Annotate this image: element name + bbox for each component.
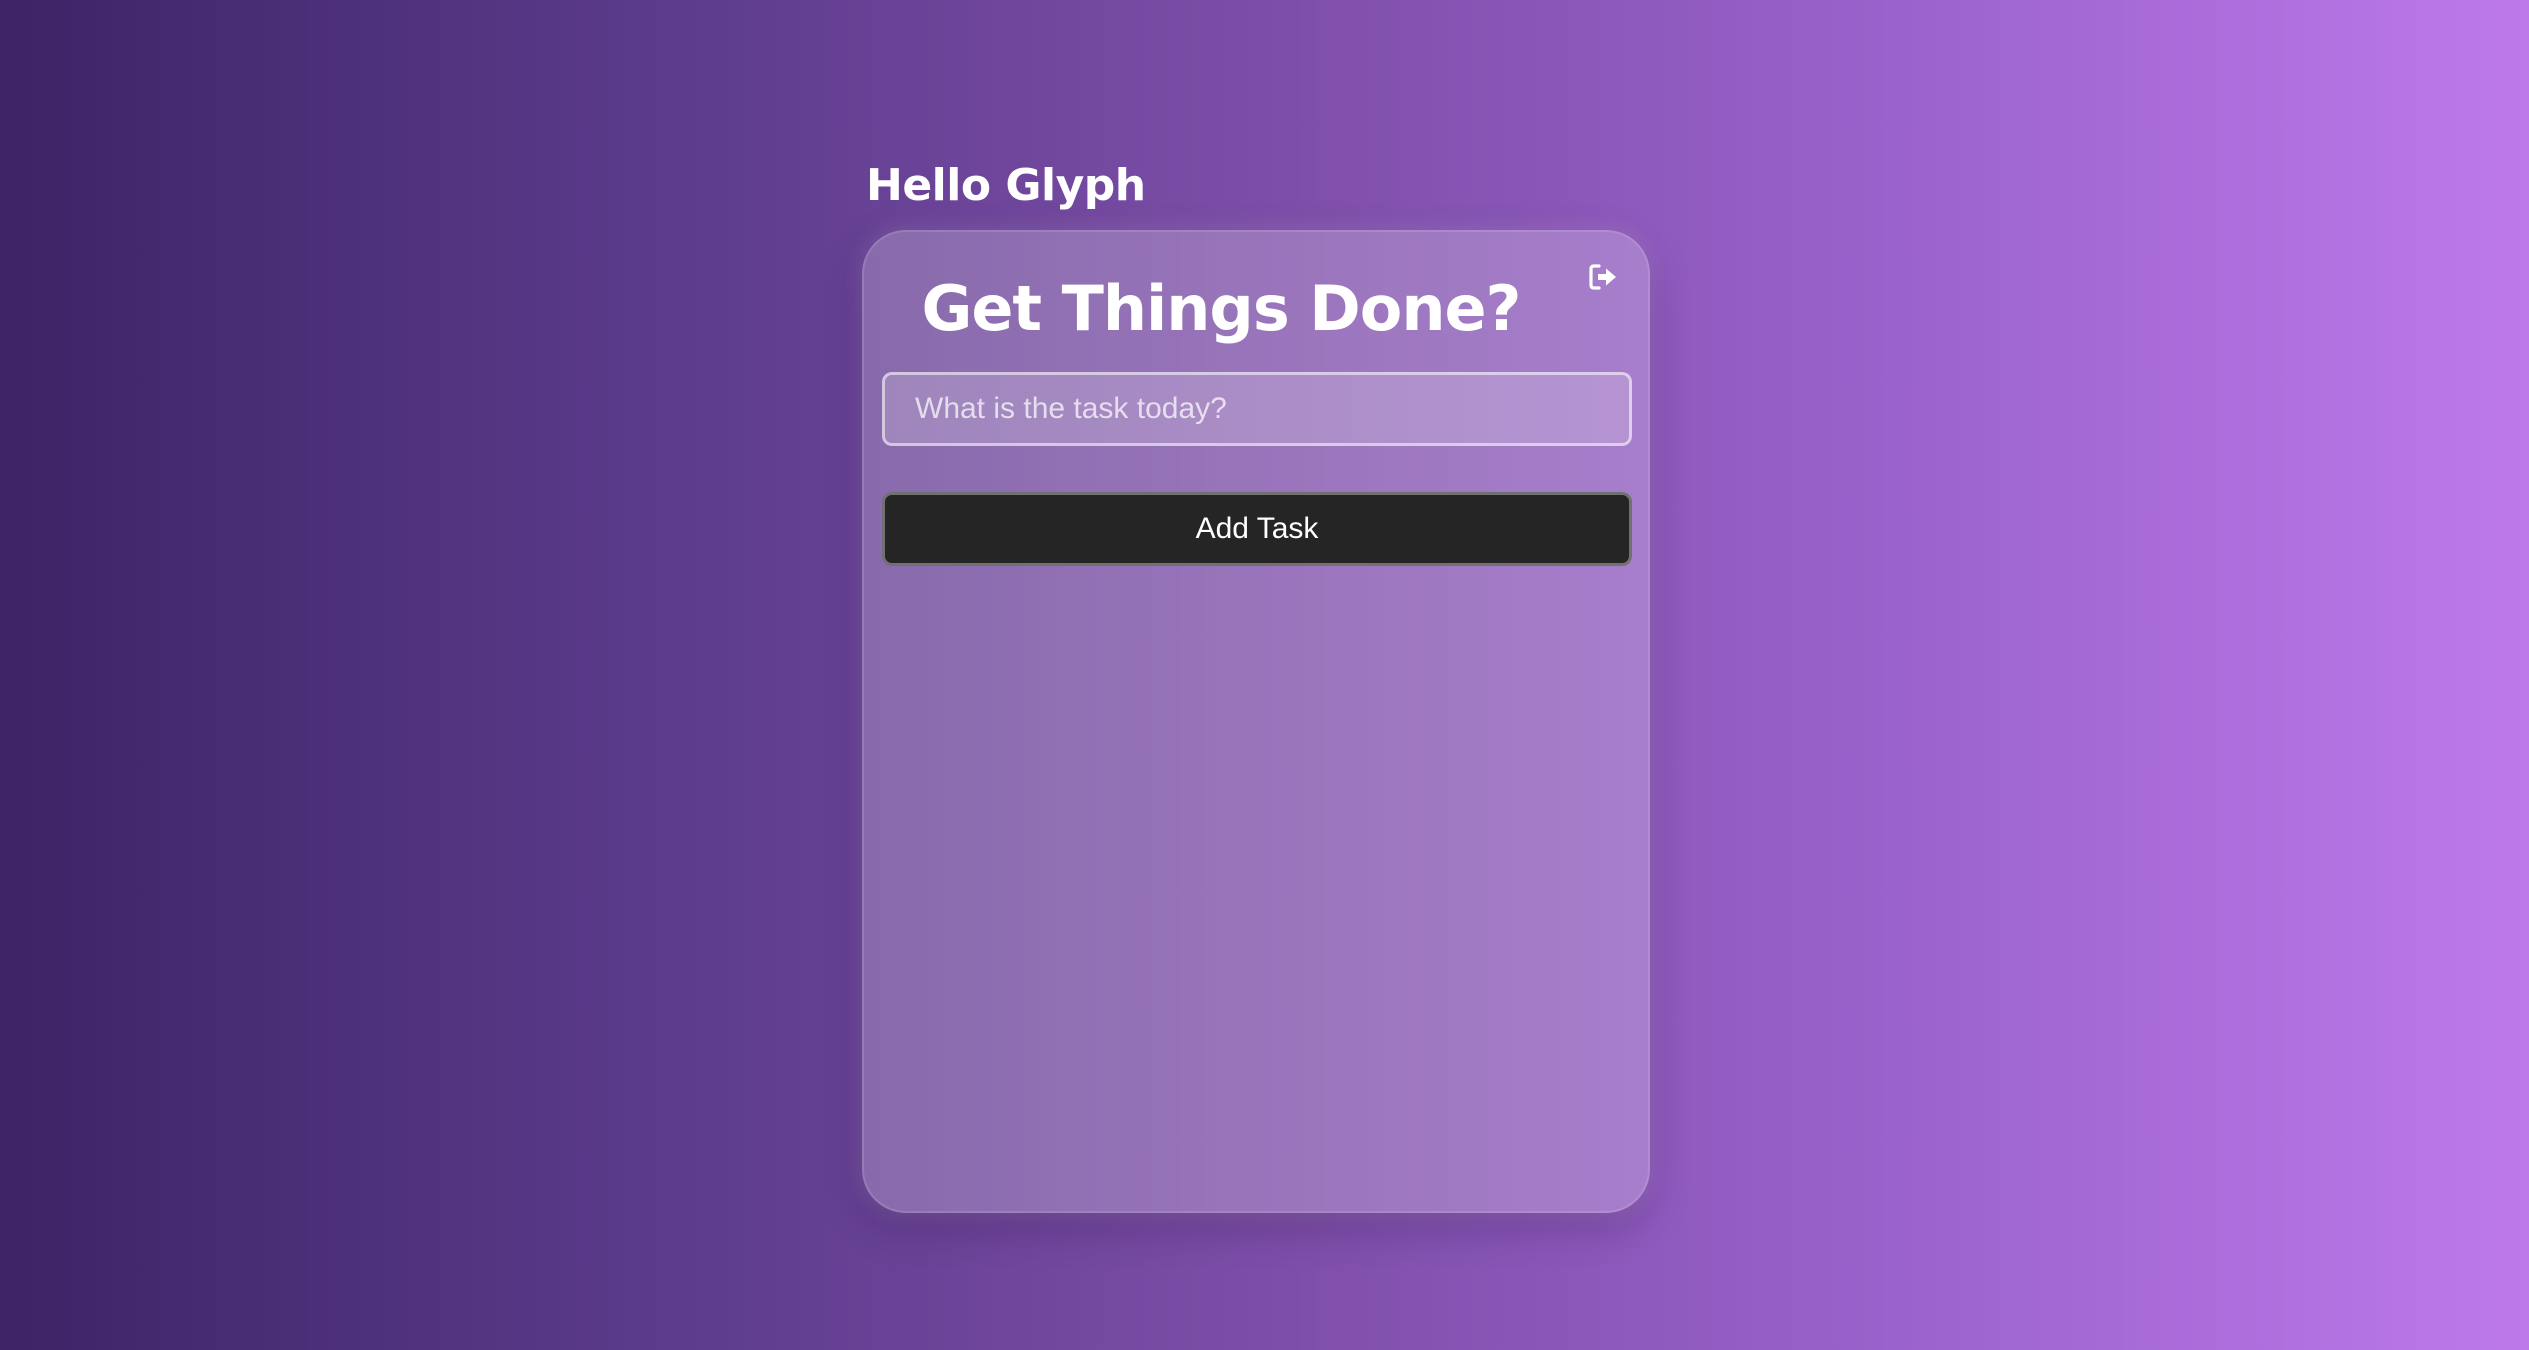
logout-button[interactable] — [1584, 260, 1622, 298]
add-task-button[interactable]: Add Task — [882, 492, 1632, 566]
sign-out-icon — [1587, 261, 1619, 297]
card-title: Get Things Done? — [921, 272, 1521, 345]
greeting-heading: Hello Glyph — [866, 160, 1146, 211]
task-input[interactable] — [882, 372, 1632, 446]
todo-card: Get Things Done? Add Task — [862, 230, 1650, 1213]
